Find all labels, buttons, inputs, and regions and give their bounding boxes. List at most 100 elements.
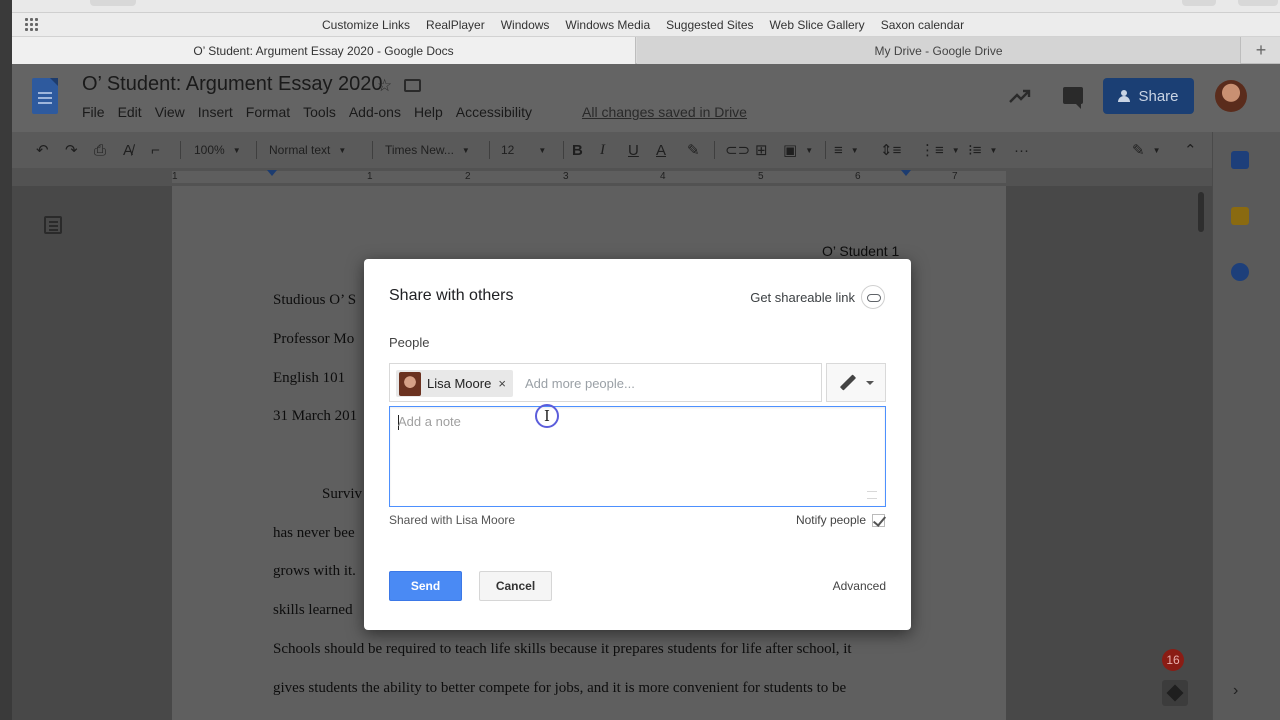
new-tab-button[interactable]: + (1242, 37, 1280, 64)
window-edge (0, 0, 12, 720)
page-header: O’ Student 1 (822, 243, 900, 259)
line-spacing-icon[interactable]: ⇕≡ (880, 132, 901, 168)
menu-insert[interactable]: Insert (198, 104, 233, 120)
menu-accessibility[interactable]: Accessibility (456, 104, 532, 120)
align-icon[interactable]: ≡ ▼ (834, 132, 859, 168)
left-indent-marker[interactable] (267, 170, 277, 176)
print-icon[interactable]: ⎙ (94, 132, 106, 168)
bookmark-realplayer[interactable]: RealPlayer (426, 18, 485, 32)
note-textarea[interactable]: Add a note (389, 406, 886, 507)
window-button[interactable] (1238, 0, 1278, 6)
redo-icon[interactable]: ↷ (65, 132, 78, 168)
bookmark-suggested-sites[interactable]: Suggested Sites (666, 18, 753, 32)
spellcheck-icon[interactable]: A̸ (123, 132, 133, 168)
notification-badge[interactable]: 16 (1162, 649, 1184, 671)
document-title[interactable]: O’ Student: Argument Essay 2020 (82, 73, 383, 96)
permission-dropdown[interactable] (826, 363, 886, 402)
font-size-select[interactable]: 12 ▼ (501, 132, 546, 168)
text-color-icon[interactable]: A (656, 132, 666, 168)
send-button[interactable]: Send (389, 571, 462, 601)
bold-icon[interactable]: B (572, 132, 583, 168)
chevron-right-icon[interactable]: › (1233, 682, 1238, 700)
people-label: People (389, 335, 430, 350)
resize-handle-icon[interactable] (867, 491, 877, 499)
bookmark-customize-links[interactable]: Customize Links (322, 18, 410, 32)
ruler[interactable]: 1 1 2 3 4 5 6 7 (12, 168, 1212, 186)
page-line: Professor Mo (273, 331, 355, 347)
notify-checkbox[interactable] (872, 513, 885, 527)
avatar (399, 371, 421, 396)
advanced-link[interactable]: Advanced (833, 579, 886, 593)
calendar-icon[interactable] (1231, 151, 1249, 169)
paint-format-icon[interactable]: ⌐ (151, 132, 160, 168)
people-input[interactable]: Lisa Moore × Add more people... (389, 363, 822, 402)
apps-grid-icon[interactable] (25, 18, 39, 32)
activity-trend-icon[interactable] (1008, 86, 1032, 106)
note-placeholder: Add a note (398, 414, 461, 429)
menu-tools[interactable]: Tools (303, 104, 336, 120)
collapse-chevron-icon[interactable]: ⌃ (1184, 132, 1197, 168)
comment-history-icon[interactable] (1063, 87, 1083, 109)
bookmark-web-slice-gallery[interactable]: Web Slice Gallery (770, 18, 865, 32)
link-icon[interactable]: ⊂⊃ (725, 132, 750, 168)
menu-file[interactable]: File (82, 104, 105, 120)
page-line: has never bee (273, 525, 355, 541)
right-indent-marker[interactable] (901, 170, 911, 176)
highlight-icon[interactable]: ✎ (687, 132, 700, 168)
shared-with-text: Shared with Lisa Moore (389, 513, 516, 527)
zoom-select[interactable]: 100% ▼ (194, 132, 241, 168)
bulleted-list-icon[interactable]: ⁝≡ ▼ (968, 132, 997, 168)
move-folder-icon[interactable] (404, 79, 421, 92)
docs-logo-icon[interactable] (32, 78, 58, 114)
bookmark-windows[interactable]: Windows (501, 18, 550, 32)
menu-view[interactable]: View (155, 104, 185, 120)
menu-add-ons[interactable]: Add-ons (349, 104, 401, 120)
style-select[interactable]: Normal text ▼ (269, 132, 346, 168)
menu-edit[interactable]: Edit (118, 104, 142, 120)
page-line: skills learned (273, 602, 353, 618)
ruler-number: 6 (855, 171, 861, 182)
keep-icon[interactable] (1231, 207, 1249, 225)
tab-google-drive[interactable]: My Drive - Google Drive (637, 37, 1241, 64)
share-button[interactable]: Share (1103, 78, 1194, 114)
dialog-title: Share with others (389, 287, 514, 304)
remove-chip-icon[interactable]: × (498, 376, 506, 391)
save-status[interactable]: All changes saved in Drive (582, 104, 747, 120)
insert-image-icon[interactable]: ▣ ▼ (783, 132, 813, 168)
ruler-number: 1 (172, 171, 178, 182)
more-options-icon[interactable]: ··· (1014, 132, 1029, 168)
caret-down-icon (865, 380, 874, 385)
font-select[interactable]: Times New... ▼ (385, 132, 470, 168)
favorites-bar: Customize Links RealPlayer Windows Windo… (12, 13, 1280, 37)
nav-button[interactable] (90, 0, 136, 6)
add-people-placeholder[interactable]: Add more people... (525, 376, 635, 391)
document-outline-icon[interactable] (44, 216, 62, 234)
underline-icon[interactable]: U (628, 132, 639, 168)
menu-format[interactable]: Format (246, 104, 290, 120)
get-shareable-link[interactable]: Get shareable link (750, 285, 885, 309)
tasks-icon[interactable] (1231, 263, 1249, 281)
cancel-button[interactable]: Cancel (479, 571, 552, 601)
person-icon (1118, 90, 1132, 102)
explore-icon[interactable] (1162, 680, 1188, 706)
share-dialog: Share with others Get shareable link Peo… (364, 259, 911, 630)
account-avatar[interactable] (1215, 80, 1247, 112)
menu-help[interactable]: Help (414, 104, 443, 120)
notify-people-option[interactable]: Notify people (796, 513, 885, 527)
window-button[interactable] (1182, 0, 1216, 6)
editing-mode-icon[interactable]: ✎ ▼ (1132, 132, 1161, 168)
font-size-value: 12 (501, 143, 515, 157)
numbered-list-icon[interactable]: ⋮≡ ▼ (920, 132, 960, 168)
person-chip[interactable]: Lisa Moore × (396, 370, 513, 397)
scrollbar-thumb[interactable] (1198, 192, 1204, 232)
italic-icon[interactable]: I (600, 132, 605, 168)
bookmark-windows-media[interactable]: Windows Media (565, 18, 650, 32)
tab-google-docs[interactable]: O’ Student: Argument Essay 2020 - Google… (12, 37, 636, 64)
bookmark-saxon-calendar[interactable]: Saxon calendar (881, 18, 964, 32)
ruler-number: 1 (367, 171, 373, 182)
share-button-label: Share (1138, 87, 1179, 105)
add-comment-icon[interactable]: ⊞ (755, 132, 768, 168)
undo-icon[interactable]: ↶ (36, 132, 49, 168)
star-icon[interactable]: ☆ (377, 76, 392, 96)
page-line: Schools should be required to teach life… (273, 641, 852, 657)
